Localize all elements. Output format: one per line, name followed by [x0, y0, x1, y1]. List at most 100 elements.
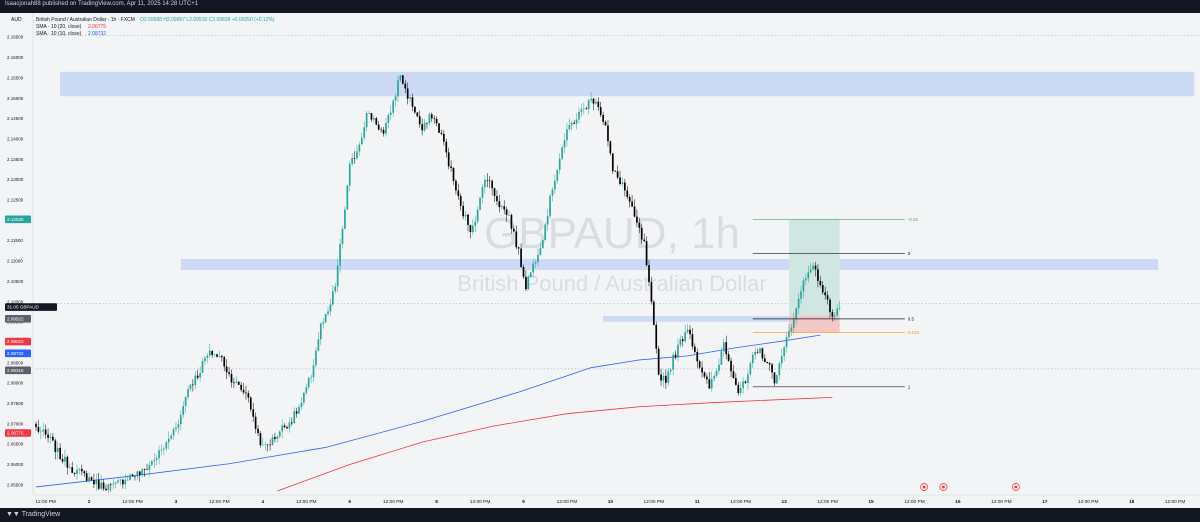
candle-body — [703, 372, 706, 377]
candle-body — [240, 384, 242, 390]
candle-body — [401, 75, 404, 84]
candle-body — [807, 272, 810, 279]
candle-body — [513, 228, 515, 232]
candle-body — [549, 195, 551, 217]
candle-body — [812, 265, 814, 270]
price-tick-label: 2.13000 — [7, 177, 24, 182]
candle-body — [626, 190, 629, 198]
candle-body — [788, 331, 790, 338]
candle-body — [365, 113, 368, 128]
candle-body — [638, 222, 641, 228]
candle-body — [73, 472, 76, 474]
candle-body — [491, 180, 493, 189]
price-tick-label: 2.15000 — [7, 96, 24, 101]
candle-body — [602, 115, 604, 122]
candle-body — [348, 163, 351, 186]
candle-body — [556, 170, 559, 181]
candle-body — [471, 225, 474, 233]
candle-body — [486, 179, 489, 181]
publish-bar: Isaacjonah88 published on TradingView.co… — [0, 0, 1200, 13]
candle-body — [122, 479, 124, 485]
candle-body — [633, 206, 636, 217]
candle-body — [78, 468, 81, 470]
candle-body — [520, 248, 522, 267]
candle-body — [426, 122, 428, 124]
candle-body — [648, 265, 650, 283]
candlestick-chart[interactable]: GBPAUD, 1h British Pound / Australian Do… — [0, 13, 1200, 508]
candle-body — [785, 337, 788, 348]
legend-sma20-value: 2.06775 — [88, 24, 106, 30]
candle-body — [662, 375, 665, 381]
candle-body — [165, 442, 168, 449]
candle-body — [783, 347, 785, 357]
time-tick-label: 11 — [695, 499, 700, 505]
candle-body — [37, 427, 40, 432]
candle-body — [184, 397, 187, 406]
candle-body — [373, 118, 375, 120]
time-tick-label: 12:00 PM — [209, 499, 230, 505]
candle-body — [358, 144, 361, 152]
candle-body — [493, 188, 496, 197]
candle-body — [479, 197, 481, 210]
candle-body — [196, 375, 199, 378]
candle-body — [303, 392, 305, 403]
candle-body — [756, 352, 759, 353]
legend-ohlc: O2.09588 H2.09957 L2.09510 C2.09838 +0.0… — [140, 17, 275, 23]
candle-body — [698, 361, 701, 368]
candle-body — [797, 298, 800, 309]
candle-body — [660, 374, 662, 381]
candle-body — [809, 269, 812, 273]
candle-body — [59, 447, 61, 460]
candle-body — [175, 427, 177, 430]
candle-body — [445, 141, 448, 153]
price-badge-label: 2.08732 — [7, 351, 24, 356]
candle-body — [527, 276, 530, 290]
candle-body — [409, 97, 411, 99]
candle-body — [88, 477, 90, 481]
candle-body — [720, 351, 723, 365]
price-tick-label: 2.15500 — [7, 75, 24, 80]
candle-body — [836, 308, 839, 316]
candle-body — [414, 106, 416, 113]
candle-body — [833, 315, 836, 317]
candle-body — [462, 205, 465, 217]
candle-body — [83, 471, 86, 474]
candle-body — [295, 411, 298, 414]
candle-body — [742, 381, 744, 389]
price-tick-label: 2.13500 — [7, 157, 24, 162]
candle-body — [177, 424, 180, 428]
candle-body — [305, 387, 308, 393]
candle-body — [551, 189, 554, 196]
candle-body — [838, 308, 841, 309]
economic-events[interactable] — [920, 483, 1020, 491]
price-badge-label: 2.09522 — [7, 316, 24, 321]
candle-body — [281, 425, 284, 432]
chart-area[interactable]: GBPAUD, 1h British Pound / Australian Do… — [0, 13, 1200, 508]
candle-body — [831, 311, 834, 317]
price-tick-label: 2.16500 — [7, 35, 24, 40]
economic-event-icon-dot — [1014, 485, 1018, 489]
candle-body — [689, 329, 691, 335]
candle-body — [105, 488, 107, 491]
candle-body — [539, 248, 542, 255]
candle-body — [54, 440, 57, 453]
candle-body — [694, 346, 696, 353]
candle-body — [204, 357, 206, 362]
candle-body — [44, 429, 47, 435]
candle-body — [242, 389, 245, 393]
candle-body — [143, 469, 146, 470]
price-tick-label: 2.10500 — [7, 279, 24, 284]
candle-body — [829, 299, 831, 312]
candle-body — [643, 239, 646, 242]
candle-body — [406, 88, 409, 99]
candle-body — [684, 332, 687, 342]
candle-body — [655, 324, 658, 349]
candle-body — [218, 356, 221, 357]
candle-body — [679, 339, 682, 345]
zone-rect — [180, 259, 1159, 271]
candle-body — [368, 113, 370, 114]
candle-body — [377, 124, 380, 130]
candle-body — [317, 339, 320, 351]
candle-body — [97, 479, 100, 489]
candle-body — [667, 371, 670, 383]
